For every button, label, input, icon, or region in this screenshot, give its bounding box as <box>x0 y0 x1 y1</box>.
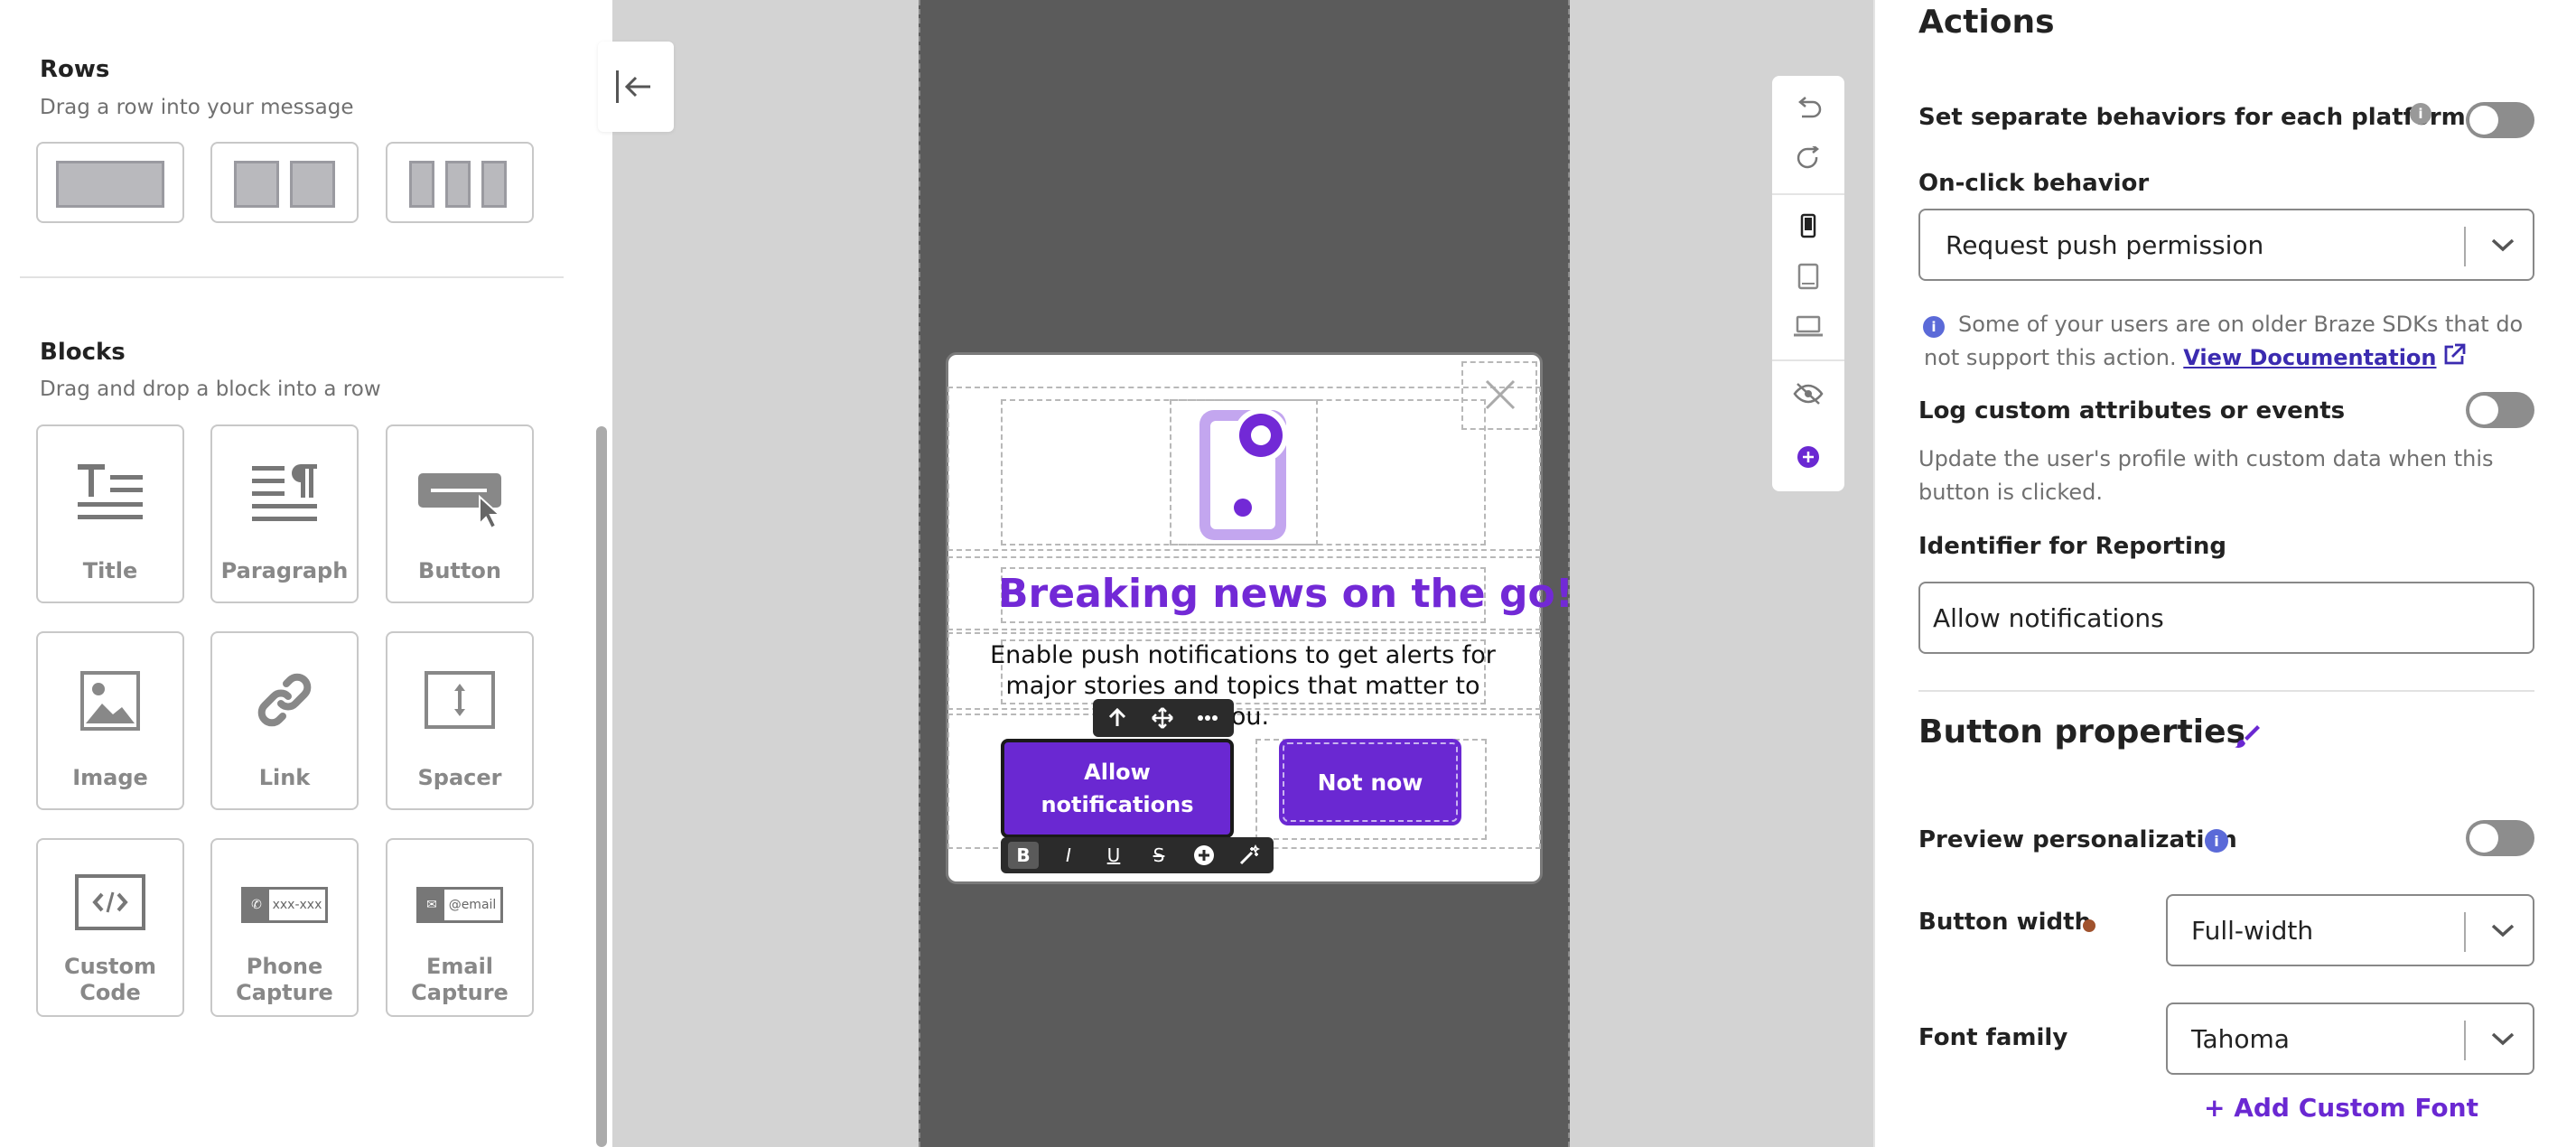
block-email-capture[interactable]: ✉ @email Email Capture <box>386 838 534 1017</box>
paint-brush-icon[interactable] <box>2233 723 2260 750</box>
block-toolbar <box>1093 699 1234 737</box>
block-title[interactable]: Title <box>36 424 184 603</box>
onclick-behavior-label: On-click behavior <box>1918 170 2150 197</box>
underline-button[interactable]: U <box>1095 837 1133 873</box>
message-body[interactable]: Enable push notifications to get alerts … <box>985 640 1501 732</box>
block-label: Phone Capture <box>236 954 333 1005</box>
strikethrough-button[interactable]: S <box>1140 837 1178 873</box>
modified-indicator <box>2083 919 2095 932</box>
row-one-column[interactable] <box>36 142 184 223</box>
chevron-down-icon <box>2489 1004 2516 1073</box>
drag-move-icon[interactable] <box>1142 699 1183 737</box>
collapse-left-icon <box>616 70 650 103</box>
mobile-preview-icon[interactable] <box>1772 200 1844 251</box>
chevron-down-icon <box>2489 210 2516 279</box>
identifier-input[interactable]: Allow notifications <box>1918 582 2534 654</box>
email-capture-icon: ✉ @email <box>416 887 503 923</box>
rows-subtitle: Drag a row into your message <box>40 96 354 119</box>
block-label: Image <box>72 765 148 790</box>
row-three-columns[interactable] <box>386 142 534 223</box>
undo-icon[interactable] <box>1772 83 1844 134</box>
not-now-button[interactable]: Not now <box>1279 739 1461 825</box>
block-label: Link <box>258 765 311 790</box>
block-phone-capture[interactable]: ✆ xxx-xxx Phone Capture <box>210 838 359 1017</box>
log-custom-label: Log custom attributes or events <box>1918 397 2346 424</box>
insert-personalization-icon[interactable] <box>1185 837 1223 873</box>
divider <box>1918 690 2534 692</box>
magic-wand-icon[interactable] <box>1230 837 1268 873</box>
close-icon[interactable] <box>1483 378 1517 412</box>
text-format-toolbar: B I U S <box>1001 837 1274 873</box>
block-button[interactable]: Button <box>386 424 534 603</box>
image-icon <box>80 671 140 731</box>
block-label: Custom Code <box>64 954 156 1005</box>
block-label: Button <box>418 558 501 583</box>
redo-icon[interactable] <box>1772 134 1844 184</box>
row-two-columns[interactable] <box>210 142 359 223</box>
italic-button[interactable]: I <box>1050 837 1087 873</box>
divider <box>20 276 564 278</box>
code-icon <box>75 874 145 930</box>
block-label: Paragraph <box>220 558 349 583</box>
message-headline[interactable]: Breaking news on the go! <box>998 571 1573 617</box>
block-label: Title <box>82 558 138 583</box>
block-paragraph[interactable]: Paragraph <box>210 424 359 603</box>
bold-button[interactable]: B <box>1008 842 1039 869</box>
link-icon <box>257 673 312 727</box>
block-label: Email Capture <box>411 954 509 1005</box>
left-panel: Rows Drag a row into your message Blocks… <box>0 0 612 1147</box>
phone-capture-icon: ✆ xxx-xxx <box>241 887 328 923</box>
actions-title: Actions <box>1918 4 2055 41</box>
block-spacer[interactable]: Spacer <box>386 631 534 810</box>
sdk-notice: Some of your users are on older Braze SD… <box>1924 312 2524 370</box>
button-width-label: Button width <box>1918 909 2092 936</box>
log-custom-toggle[interactable] <box>2466 392 2534 428</box>
blocks-title: Blocks <box>40 339 126 366</box>
tablet-preview-icon[interactable] <box>1772 251 1844 302</box>
separate-behaviors-label: Set separate behaviors for each platform <box>1918 104 2466 131</box>
info-icon[interactable]: i <box>2205 829 2228 853</box>
identifier-label: Identifier for Reporting <box>1918 533 2227 560</box>
external-link-icon[interactable] <box>2442 343 2466 367</box>
onclick-behavior-select[interactable]: Request push permission <box>1918 209 2534 281</box>
phone-illustration-icon <box>1199 408 1288 540</box>
add-custom-font-link[interactable]: + Add Custom Font <box>2204 1093 2478 1123</box>
chevron-down-icon <box>2489 896 2516 965</box>
add-circle-icon[interactable] <box>1772 432 1844 482</box>
desktop-preview-icon[interactable] <box>1772 302 1844 352</box>
block-custom-code[interactable]: Custom Code <box>36 838 184 1017</box>
block-image[interactable]: Image <box>36 631 184 810</box>
more-options-icon[interactable] <box>1187 699 1228 737</box>
blocks-subtitle: Drag and drop a block into a row <box>40 378 381 401</box>
button-width-select[interactable]: Full-width <box>2166 894 2534 966</box>
button-icon <box>418 473 502 530</box>
title-icon <box>78 464 143 519</box>
preview-tools <box>1772 76 1844 491</box>
separate-behaviors-toggle[interactable] <box>2466 102 2534 138</box>
paragraph-icon <box>252 464 317 521</box>
rows-title: Rows <box>40 56 110 83</box>
preview-personalization-label: Preview personalization <box>1918 826 2237 853</box>
view-documentation-link[interactable]: View Documentation <box>2183 345 2436 370</box>
info-icon[interactable]: i <box>2410 103 2431 125</box>
button-properties-title: Button properties <box>1918 713 2245 751</box>
preview-personalization-toggle[interactable] <box>2466 820 2534 856</box>
spacer-icon <box>425 671 495 729</box>
allow-notifications-button[interactable]: Allow notifications <box>1001 739 1234 838</box>
block-label: Spacer <box>417 765 502 790</box>
font-family-label: Font family <box>1918 1024 2068 1051</box>
collapse-panel-button[interactable] <box>598 42 674 132</box>
log-custom-description: Update the user's profile with custom da… <box>1918 446 2494 505</box>
hide-outlines-icon[interactable] <box>1772 368 1844 419</box>
move-up-icon[interactable] <box>1097 699 1138 737</box>
left-panel-scrollbar[interactable] <box>596 426 607 1147</box>
font-family-select[interactable]: Tahoma <box>2166 1002 2534 1075</box>
block-link[interactable]: Link <box>210 631 359 810</box>
